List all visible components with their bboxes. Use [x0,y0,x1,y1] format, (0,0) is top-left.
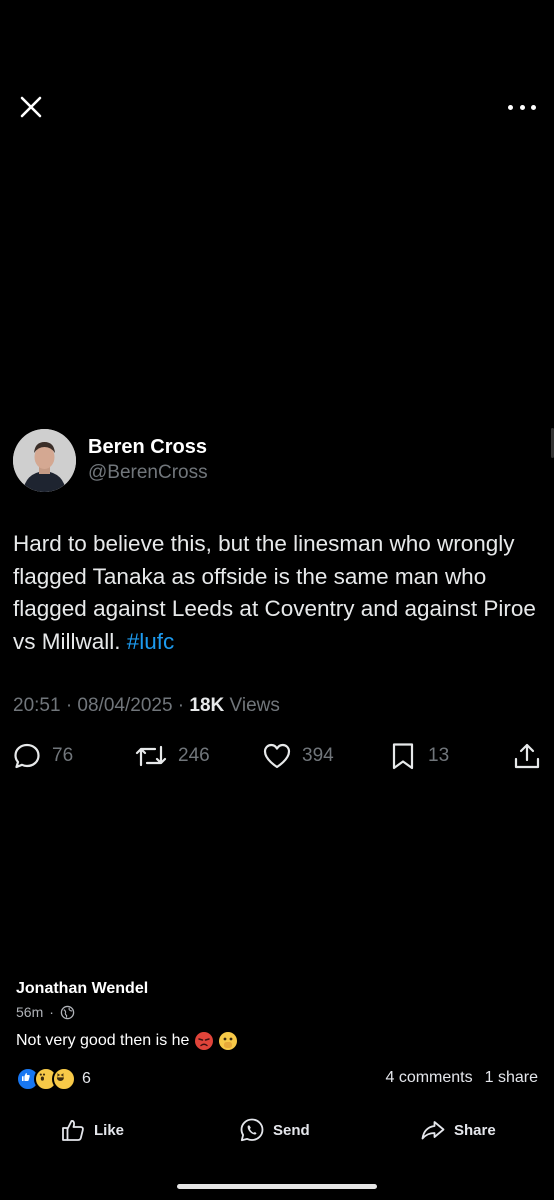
more-dot [519,104,525,110]
haha-reaction-icon [52,1067,76,1091]
meta-separator: · [49,1004,54,1020]
reply-icon [14,743,40,769]
profile-photo [13,429,76,492]
reply-count: 76 [52,745,74,766]
angry-face-emoji [195,1032,214,1050]
shares-count-link[interactable]: 1 share [485,1069,538,1087]
more-dot [531,104,536,110]
bookmark-button[interactable]: 13 [388,738,449,774]
comments-count-link[interactable]: 4 comments [385,1069,472,1087]
hashtag-link[interactable]: #lufc [127,629,175,654]
bookmark-count: 13 [428,745,450,766]
bookmark-icon [392,743,414,770]
tweet-meta: 20:51 · 08/04/2025 · 18K Views [13,695,280,717]
globe-icon [60,1005,75,1019]
fb-share-button[interactable]: Share [420,1112,496,1148]
tweet-actions: 76 246 394 13 [0,738,554,774]
tweet-body: Hard to believe this, but the linesman w… [13,531,536,654]
post-stats: 4 comments 1 share [385,1069,538,1087]
share-button[interactable] [512,738,542,774]
more-options-button[interactable] [508,96,536,118]
like-count: 394 [302,745,334,766]
retweet-icon [135,745,167,767]
face-with-hand-over-mouth-emoji [219,1032,238,1050]
share-icon [514,743,540,769]
fb-share-label: Share [454,1121,496,1139]
like-button[interactable]: 394 [262,738,334,774]
heart-icon [263,743,291,769]
reactions-summary[interactable]: 6 [16,1067,91,1091]
comment-meta: 56m · [16,1004,75,1020]
retweet-count: 246 [178,745,210,766]
retweet-button[interactable]: 246 [134,738,210,774]
tweet-text: Hard to believe this, but the linesman w… [13,528,543,658]
comment-body: Not very good then is he [16,1032,190,1049]
tweet-timestamp: 20:51 · 08/04/2025 · [13,695,190,716]
post-actions: Like Send Share [0,1112,554,1148]
reactions-count: 6 [82,1070,91,1087]
thumbs-up-icon [62,1120,84,1141]
fb-like-button[interactable]: Like [60,1112,124,1148]
fb-like-label: Like [94,1121,125,1139]
comment-time[interactable]: 56m [16,1004,43,1020]
fb-send-button[interactable]: Send [239,1112,310,1148]
more-dot [508,104,513,110]
share-arrow-icon [421,1121,445,1140]
reply-button[interactable]: 76 [12,738,73,774]
views-count: 18K [189,695,225,716]
commenter-name[interactable]: Jonathan Wendel [16,980,148,998]
whatsapp-icon [240,1118,264,1142]
fb-send-label: Send [273,1121,310,1139]
home-indicator[interactable] [177,1184,377,1189]
author-handle[interactable]: @BerenCross [88,462,208,484]
author-name[interactable]: Beren Cross [88,436,207,459]
close-icon [20,96,42,118]
comment-text: Not very good then is he [16,1032,238,1050]
close-button[interactable] [16,92,46,122]
views-label: Views [224,695,280,716]
avatar[interactable] [13,429,76,492]
